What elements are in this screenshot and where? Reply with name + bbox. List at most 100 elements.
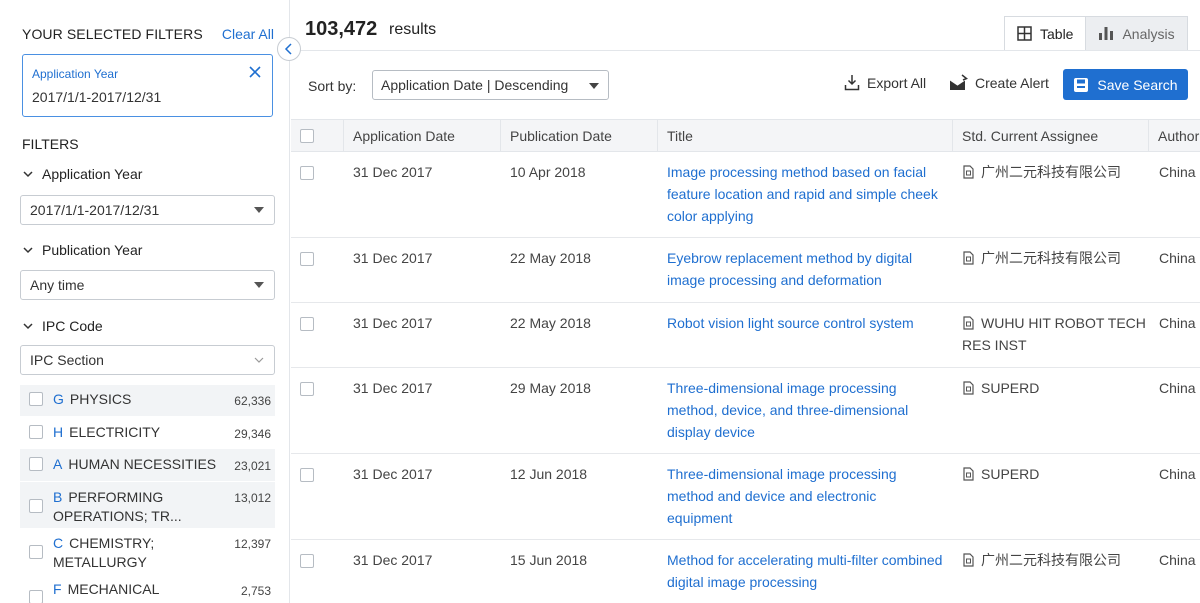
publication-date: 15 Jun 2018 (510, 552, 588, 568)
patent-title-link[interactable]: Robot vision light source control system (667, 312, 945, 334)
column-header-title[interactable]: Title (657, 120, 952, 151)
ipc-item-f[interactable]: F MECHANICAL 2,753 (20, 574, 275, 603)
checkbox[interactable] (29, 499, 43, 513)
row-checkbox[interactable] (300, 252, 314, 266)
row-checkbox[interactable] (300, 468, 314, 482)
publication-date: 22 May 2018 (510, 250, 591, 266)
ipc-code: F (53, 581, 62, 597)
select-all-checkbox[interactable] (300, 128, 314, 143)
assignee-name: WUHU HIT ROBOT TECH RES INST (962, 315, 1146, 353)
ipc-count: 62,336 (234, 394, 271, 408)
chevron-down-icon (23, 171, 33, 178)
table-row[interactable]: 31 Dec 2017 29 May 2018 Three-dimensiona… (291, 368, 1200, 454)
ipc-item-c[interactable]: C CHEMISTRY; METALLURGY 12,397 (20, 528, 275, 574)
tab-label: Analysis (1122, 25, 1175, 42)
chevron-down-icon (254, 357, 264, 363)
row-checkbox[interactable] (300, 382, 314, 396)
row-checkbox[interactable] (300, 317, 314, 331)
checkbox[interactable] (29, 457, 43, 471)
checkbox[interactable] (29, 545, 43, 559)
clear-all-link[interactable]: Clear All (222, 26, 274, 42)
tab-table[interactable]: Table (1004, 16, 1087, 51)
patent-title-link[interactable]: Three-dimensional image processing metho… (667, 377, 945, 443)
column-header-author[interactable]: Author (1148, 120, 1200, 151)
save-search-button[interactable]: Save Search (1063, 69, 1188, 100)
section-label: Application Year (42, 166, 143, 182)
alert-label: Create Alert (975, 74, 1049, 91)
patent-title-link[interactable]: Eyebrow replacement method by digital im… (667, 247, 945, 291)
section-ipc-code[interactable]: IPC Code (22, 318, 103, 334)
select-value: Any time (30, 277, 85, 293)
view-tabs: Table Analysis (1004, 16, 1188, 51)
ipc-item-h[interactable]: H ELECTRICITY 29,346 (20, 416, 275, 449)
ipc-count: 2,753 (240, 584, 271, 598)
ipc-item-g[interactable]: G PHYSICS 62,336 (20, 385, 275, 416)
ipc-code: C (53, 535, 64, 551)
assignee-name: SUPERD (981, 466, 1040, 482)
ipc-label: G PHYSICS (53, 390, 223, 409)
assignee: SUPERD (962, 377, 1142, 399)
publication-year-select[interactable]: Any time (20, 270, 275, 300)
assignee: SUPERD (962, 463, 1142, 485)
sort-select[interactable]: Application Date | Descending (372, 70, 609, 100)
assignee: 广州二元科技有限公司 (962, 247, 1142, 269)
filter-sidebar: YOUR SELECTED FILTERS Clear All Applicat… (0, 0, 290, 603)
ipc-code: H (53, 424, 64, 440)
table-row[interactable]: 31 Dec 2017 22 May 2018 Eyebrow replacem… (291, 238, 1200, 303)
checkbox[interactable] (29, 425, 43, 439)
chevron-down-icon (23, 247, 33, 254)
ipc-section-select[interactable]: IPC Section (20, 345, 275, 375)
tab-analysis[interactable]: Analysis (1086, 16, 1188, 51)
column-header-publication-date[interactable]: Publication Date (500, 120, 657, 151)
ipc-label: A HUMAN NECESSITIES (53, 455, 223, 474)
select-all-cell (291, 120, 343, 151)
publication-date: 12 Jun 2018 (510, 466, 588, 482)
save-label: Save Search (1097, 76, 1178, 93)
application-date: 31 Dec 2017 (353, 164, 433, 180)
export-all-button[interactable]: Export All (844, 74, 926, 91)
close-icon[interactable] (247, 64, 263, 80)
collapse-sidebar-button[interactable] (277, 37, 301, 61)
tab-label: Table (1040, 25, 1074, 42)
application-year-select[interactable]: 2017/1/1-2017/12/31 (20, 195, 275, 225)
ipc-count: 29,346 (234, 427, 271, 441)
patent-title-link[interactable]: Three-dimensional image processing metho… (667, 463, 945, 529)
table-row[interactable]: 31 Dec 2017 15 Jun 2018 Method for accel… (291, 540, 1200, 603)
sort-label: Sort by: (308, 78, 357, 94)
ipc-count: 13,012 (234, 491, 271, 505)
divider (291, 50, 1200, 51)
application-date: 31 Dec 2017 (353, 552, 433, 568)
caret-down-icon (254, 282, 264, 288)
ipc-name: HUMAN NECESSITIES (68, 456, 217, 472)
patent-title-link[interactable]: Image processing method based on facial … (667, 161, 945, 227)
bar-chart-icon (1099, 27, 1114, 40)
ipc-name: CHEMISTRY; METALLURGY (53, 535, 155, 570)
column-header-application-date[interactable]: Application Date (343, 120, 500, 151)
ipc-item-b[interactable]: B PERFORMING OPERATIONS; TR... 13,012 (20, 482, 275, 528)
section-label: Publication Year (42, 242, 143, 258)
assignee-name: 广州二元科技有限公司 (981, 250, 1121, 266)
table-row[interactable]: 31 Dec 2017 12 Jun 2018 Three-dimensiona… (291, 454, 1200, 540)
mail-alert-icon (949, 74, 968, 90)
checkbox[interactable] (29, 392, 43, 406)
table-row[interactable]: 31 Dec 2017 10 Apr 2018 Image processing… (291, 152, 1200, 238)
results-label: results (389, 21, 437, 38)
author: China (1159, 250, 1196, 266)
checkbox[interactable] (29, 590, 43, 603)
patent-title-link[interactable]: Method for accelerating multi-filter com… (667, 549, 945, 593)
assignee-name: 广州二元科技有限公司 (981, 552, 1121, 568)
document-icon (963, 381, 974, 395)
selected-filters-header: YOUR SELECTED FILTERS Clear All (22, 24, 274, 44)
row-checkbox[interactable] (300, 554, 314, 568)
document-icon (963, 316, 974, 330)
application-date: 31 Dec 2017 (353, 315, 433, 331)
section-application-year[interactable]: Application Year (22, 166, 142, 182)
ipc-item-a[interactable]: A HUMAN NECESSITIES 23,021 (20, 449, 275, 481)
selected-filters-title: YOUR SELECTED FILTERS (22, 26, 203, 42)
table-row[interactable]: 31 Dec 2017 22 May 2018 Robot vision lig… (291, 303, 1200, 368)
row-checkbox[interactable] (300, 166, 314, 180)
column-header-assignee[interactable]: Std. Current Assignee (952, 120, 1148, 151)
ipc-name: ELECTRICITY (69, 424, 161, 440)
create-alert-button[interactable]: Create Alert (949, 74, 1049, 91)
section-publication-year[interactable]: Publication Year (22, 242, 142, 258)
